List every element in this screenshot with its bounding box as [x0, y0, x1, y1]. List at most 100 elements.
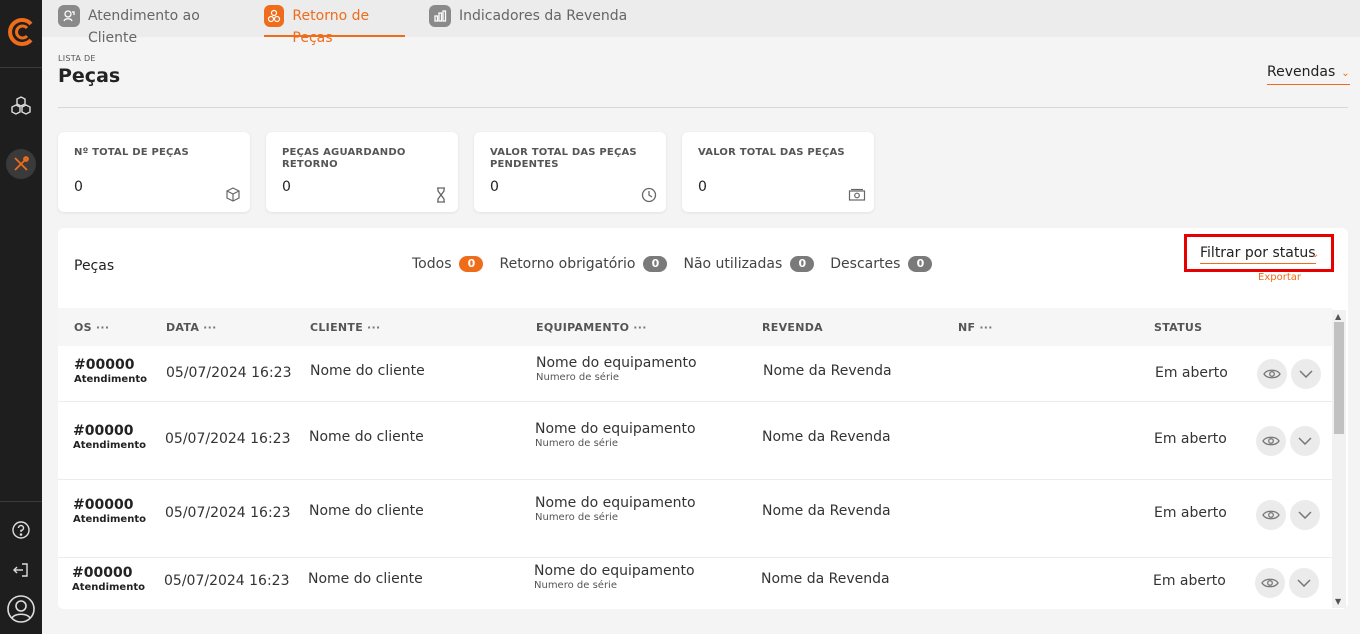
os-cell: #00000 Atendimento	[73, 497, 146, 525]
date-cell: 05/07/2024 16:23	[166, 365, 292, 381]
filter-label: Não utilizadas	[683, 256, 783, 272]
scroll-up-icon[interactable]: ▲	[1335, 312, 1341, 321]
equipment-cell: Nome do equipamento Numero de série	[535, 421, 696, 449]
tools-icon[interactable]	[6, 149, 36, 179]
card-total-pecas: Nº TOTAL DE PEÇAS 0	[58, 132, 250, 212]
card-valor-pendentes: VALOR TOTAL DAS PEÇAS PENDENTES 0	[474, 132, 666, 212]
filter-by-status-dropdown[interactable]: Filtrar por status ⌄	[1184, 234, 1334, 272]
chevron-down-icon: ⌄	[1311, 249, 1320, 260]
revenda-cell: Nome da Revenda	[761, 571, 890, 587]
card-title: VALOR TOTAL DAS PEÇAS	[698, 147, 845, 158]
box-icon	[224, 186, 242, 204]
count-badge: 0	[459, 256, 484, 272]
count-badge: 0	[908, 256, 933, 272]
expand-button[interactable]	[1290, 426, 1320, 456]
revendas-dropdown[interactable]: Revendas ⌄	[1267, 64, 1350, 85]
tab-atendimento[interactable]: Atendimento ao Cliente	[58, 5, 253, 46]
date-cell: 05/07/2024 16:23	[165, 431, 291, 447]
expand-button[interactable]	[1289, 568, 1319, 598]
revendas-label: Revendas	[1267, 64, 1336, 80]
filter-todos[interactable]: Todos 0	[412, 256, 484, 272]
page-title: Peças	[58, 65, 121, 87]
filter-label: Retorno obrigatório	[499, 256, 636, 272]
page-pretitle: LISTA DE	[58, 54, 96, 63]
sidebar	[0, 0, 42, 634]
logout-icon[interactable]	[6, 555, 36, 585]
revenda-cell: Nome da Revenda	[763, 363, 892, 379]
parts-icon	[264, 5, 285, 27]
pecas-table-panel: Peças Todos 0 Retorno obrigatório 0 Não …	[58, 228, 1348, 609]
revenda-cell: Nome da Revenda	[762, 429, 891, 445]
table-row[interactable]: #00000 Atendimento 05/07/2024 16:23 Nome …	[58, 346, 1332, 402]
col-nf[interactable]: NF ···	[958, 321, 993, 334]
os-cell: #00000 Atendimento	[72, 565, 145, 593]
col-cliente[interactable]: CLIENTE ···	[310, 321, 380, 334]
view-button[interactable]	[1255, 568, 1285, 598]
user-avatar-icon[interactable]	[6, 594, 36, 624]
filter-status-label: Filtrar por status	[1200, 245, 1316, 264]
status-cell: Em aberto	[1154, 505, 1227, 521]
expand-button[interactable]	[1290, 500, 1320, 530]
date-cell: 05/07/2024 16:23	[164, 573, 290, 589]
eye-icon	[1261, 578, 1279, 588]
sidebar-divider	[0, 501, 42, 502]
chevron-down-icon: ⌄	[1341, 68, 1350, 79]
card-title: VALOR TOTAL DAS PEÇAS PENDENTES	[490, 147, 637, 170]
view-button[interactable]	[1257, 359, 1287, 389]
customer-service-icon	[58, 5, 80, 27]
revenda-cell: Nome da Revenda	[762, 503, 891, 519]
table-row[interactable]: #00000 Atendimento 05/07/2024 16:23 Nome …	[58, 558, 1332, 609]
col-data[interactable]: DATA ···	[166, 321, 217, 334]
status-filter-tabs: Todos 0 Retorno obrigatório 0 Não utiliz…	[412, 256, 948, 272]
card-value: 0	[74, 179, 83, 195]
count-badge: 0	[643, 256, 668, 272]
eye-icon	[1263, 369, 1281, 379]
filter-descartes[interactable]: Descartes 0	[830, 256, 933, 272]
client-cell: Nome do cliente	[310, 363, 425, 379]
export-link[interactable]: Exportar	[1258, 272, 1301, 283]
col-os[interactable]: OS ···	[74, 321, 109, 334]
filter-label: Todos	[412, 256, 452, 272]
money-icon	[848, 186, 866, 204]
help-icon[interactable]	[6, 515, 36, 545]
equipment-cell: Nome do equipamento Numero de série	[535, 495, 696, 523]
chevron-down-icon	[1299, 370, 1313, 378]
card-title: PEÇAS AGUARDANDO RETORNO	[282, 147, 406, 170]
column-menu-icon[interactable]: ···	[633, 321, 646, 334]
filter-nao-utilizadas[interactable]: Não utilizadas 0	[683, 256, 815, 272]
tab-indicadores[interactable]: Indicadores da Revenda	[429, 5, 629, 37]
view-button[interactable]	[1256, 500, 1286, 530]
date-cell: 05/07/2024 16:23	[165, 505, 291, 521]
view-button[interactable]	[1256, 426, 1286, 456]
bar-chart-icon	[429, 5, 451, 27]
col-equipamento[interactable]: EQUIPAMENTO ···	[536, 321, 647, 334]
eye-icon	[1262, 510, 1280, 520]
equipment-cell: Nome do equipamento Numero de série	[534, 563, 695, 591]
table-row[interactable]: #00000 Atendimento 05/07/2024 16:23 Nome …	[58, 402, 1332, 480]
os-cell: #00000 Atendimento	[74, 357, 147, 385]
expand-button[interactable]	[1291, 359, 1321, 389]
filter-retorno-obrigatorio[interactable]: Retorno obrigatório 0	[499, 256, 668, 272]
equipment-cell: Nome do equipamento Numero de série	[536, 355, 697, 383]
eye-icon	[1262, 436, 1280, 446]
col-status: STATUS	[1154, 321, 1203, 334]
client-cell: Nome do cliente	[308, 571, 423, 587]
card-title: Nº TOTAL DE PEÇAS	[74, 147, 189, 158]
count-badge: 0	[790, 256, 815, 272]
panel-title: Peças	[74, 258, 115, 274]
client-cell: Nome do cliente	[309, 429, 424, 445]
table-scrollbar[interactable]: ▲ ▼	[1332, 310, 1346, 608]
column-menu-icon[interactable]: ···	[979, 321, 992, 334]
table-row[interactable]: #00000 Atendimento 05/07/2024 16:23 Nome …	[58, 480, 1332, 558]
scroll-down-icon[interactable]: ▼	[1335, 597, 1341, 606]
chevron-down-icon	[1297, 579, 1311, 587]
logo-icon[interactable]	[5, 16, 37, 48]
column-menu-icon[interactable]: ···	[367, 321, 380, 334]
cubes-icon[interactable]	[6, 91, 36, 121]
scrollbar-thumb[interactable]	[1334, 322, 1344, 434]
tab-retorno-pecas[interactable]: Retorno de Peças	[264, 5, 405, 46]
hourglass-icon	[432, 186, 450, 204]
column-menu-icon[interactable]: ···	[203, 321, 216, 334]
column-menu-icon[interactable]: ···	[96, 321, 109, 334]
chevron-down-icon	[1298, 437, 1312, 445]
